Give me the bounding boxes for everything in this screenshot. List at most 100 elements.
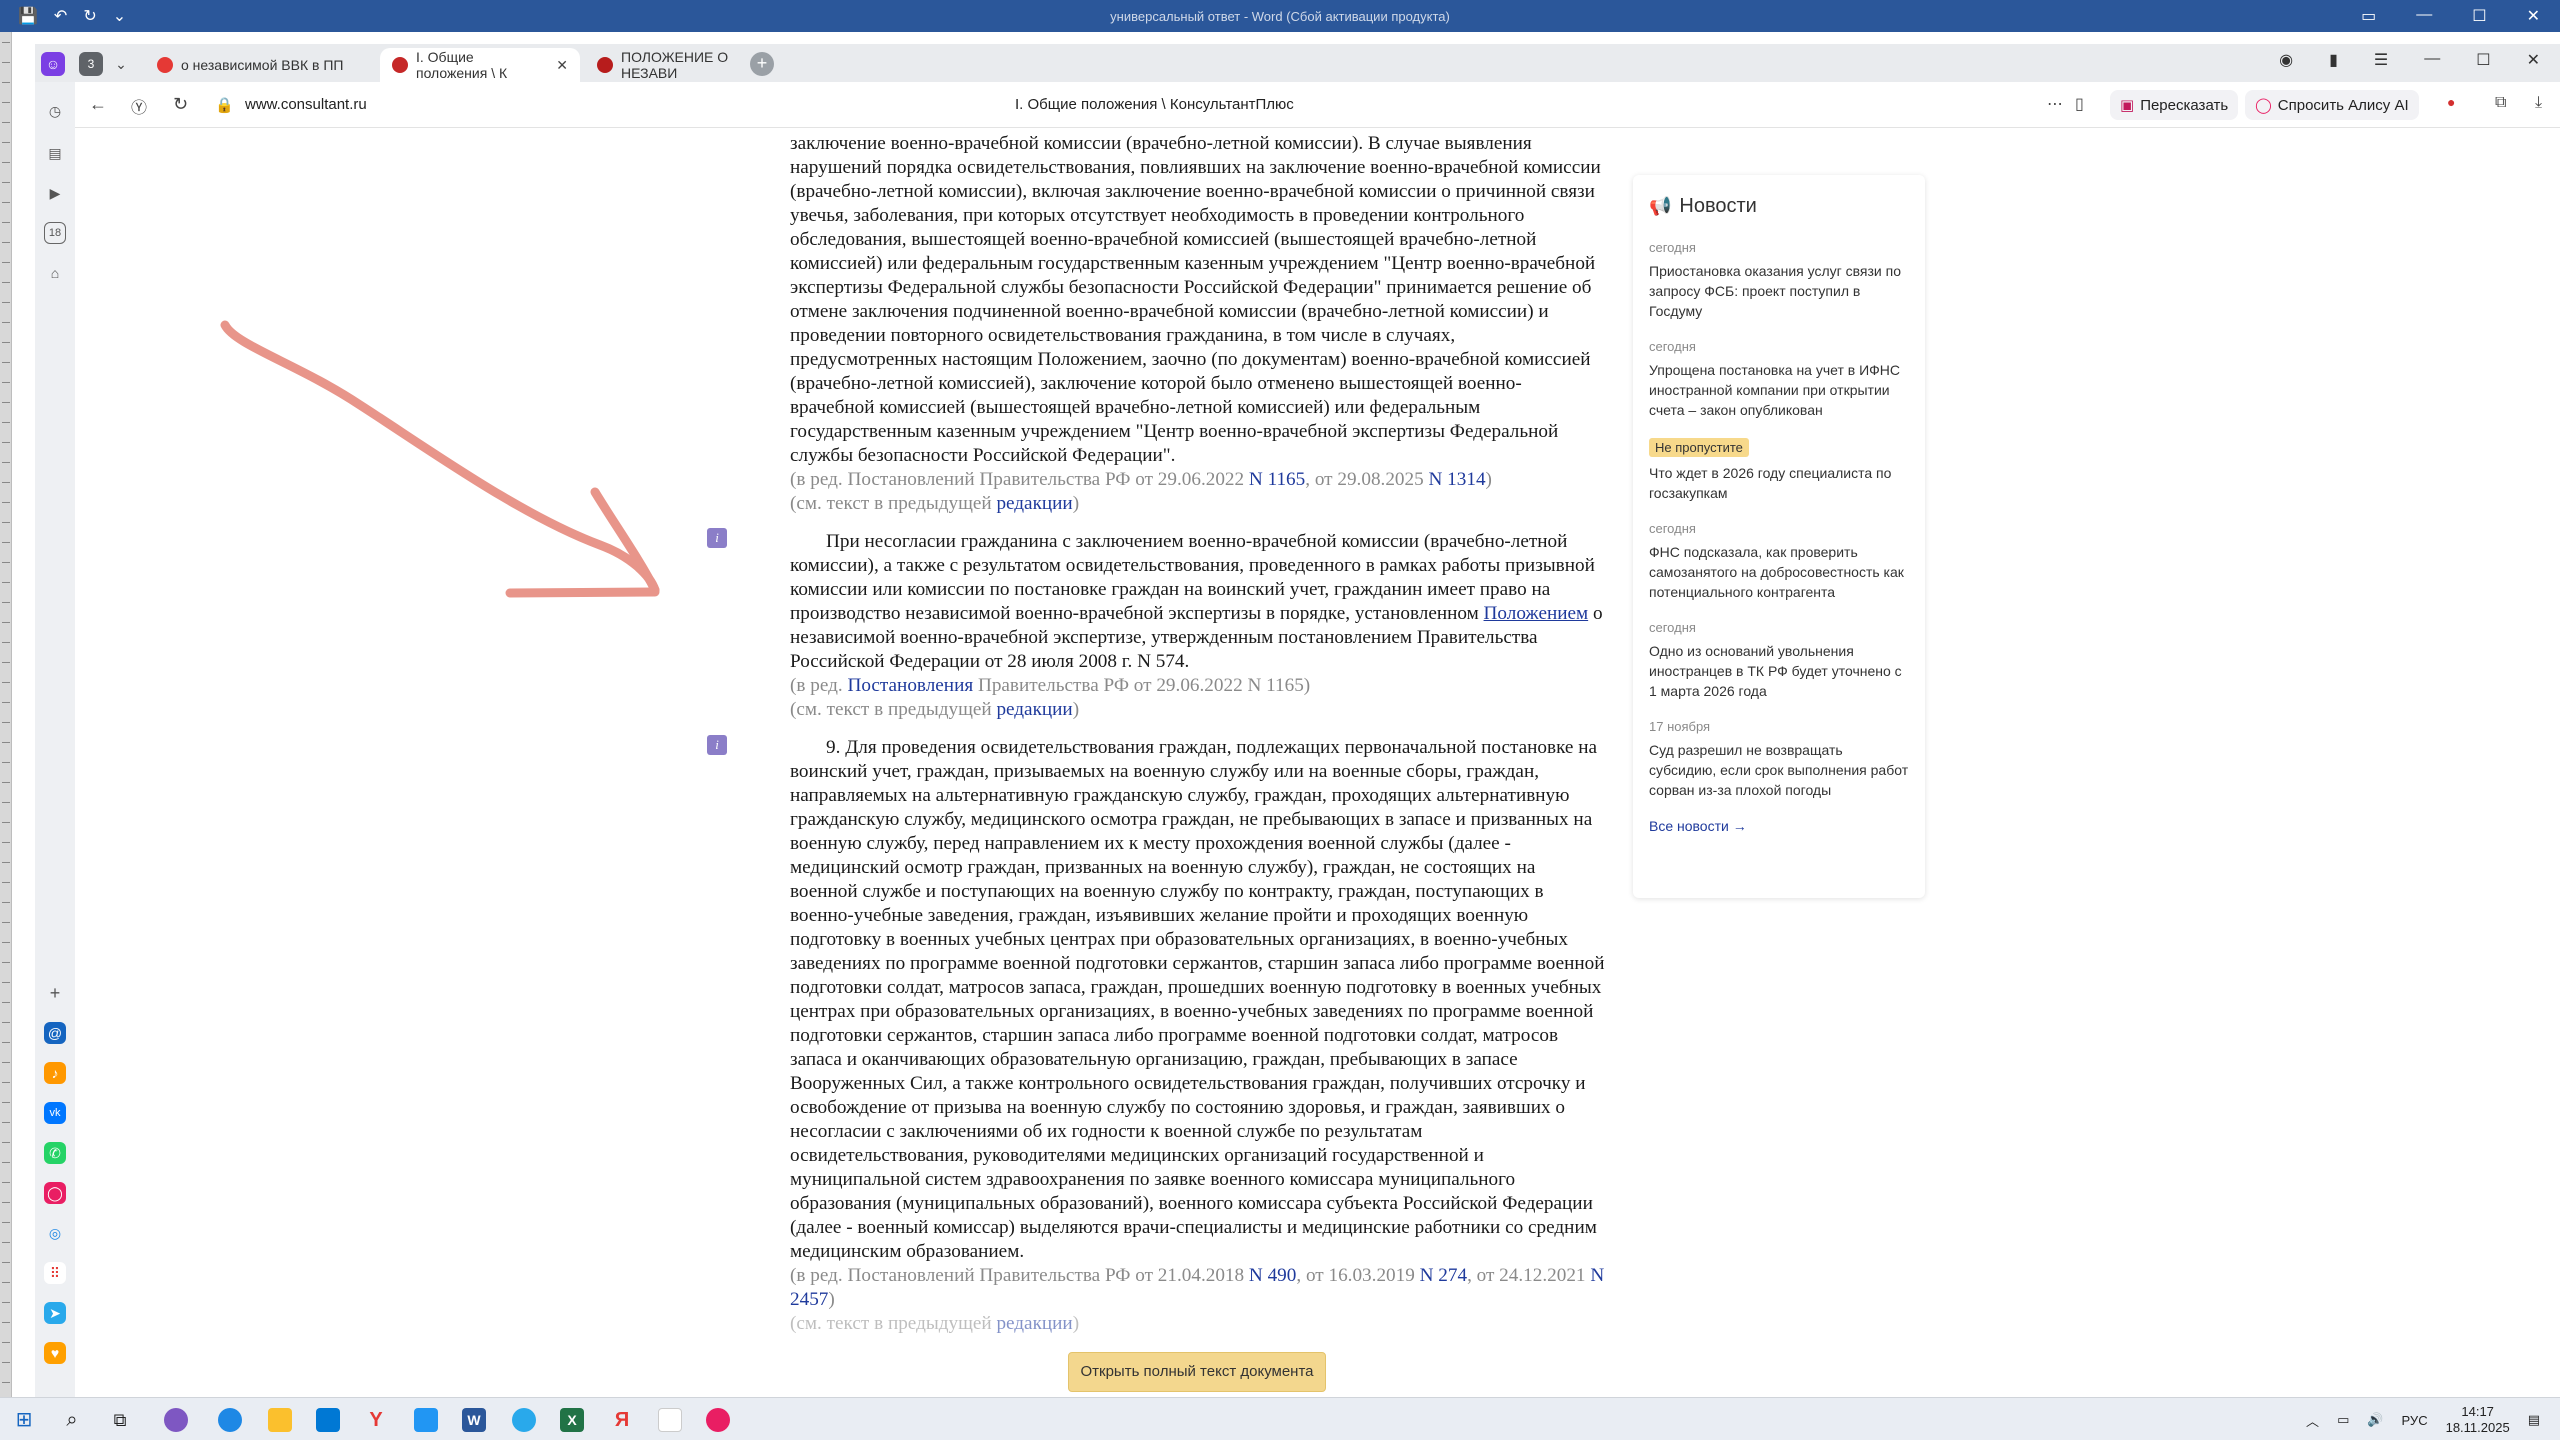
notifications-icon[interactable]: ▤ [2528, 1412, 2540, 1428]
volume-icon[interactable]: 🔊 [2367, 1412, 2383, 1428]
news-item[interactable]: сегодня Упрощена постановка на учет в ИФ… [1649, 339, 1909, 420]
tab-vvk[interactable]: о независимой ВВК в ПП [145, 48, 375, 82]
all-news-link[interactable]: Все новости → [1649, 818, 1909, 834]
news-item[interactable]: сегодня Приостановка оказания услуг связ… [1649, 240, 1909, 321]
edition-note: (в ред. Постановлений Правительства РФ о… [790, 469, 1492, 490]
ruler-tick [2, 1262, 10, 1263]
tab-general-provisions[interactable]: I. Общие положения \ К ✕ [380, 48, 580, 82]
history-icon[interactable]: ◷ [44, 100, 66, 122]
ruler-tick [2, 922, 10, 923]
ruler-tick [2, 1342, 10, 1343]
word-icon[interactable]: W [462, 1408, 486, 1432]
link-n1165[interactable]: N 1165 [1249, 469, 1305, 490]
calendar-icon[interactable]: 18 [44, 222, 66, 244]
yandex-icon[interactable]: Ⓨ [131, 94, 147, 118]
mail-icon[interactable]: @ [44, 1022, 66, 1044]
word-title: универсальный ответ - Word (Сбой активац… [1110, 9, 1450, 24]
extensions-icon[interactable]: ⧉ [2495, 94, 2506, 112]
app-icon[interactable] [414, 1408, 438, 1432]
collections-icon[interactable]: ▤ [44, 142, 66, 164]
market-icon[interactable]: ♥ [44, 1342, 66, 1364]
ruler-tick [2, 62, 10, 63]
language-indicator[interactable]: РУС [2402, 1413, 2428, 1428]
close-icon[interactable]: ✕ [2527, 50, 2540, 70]
yandex-browser-icon[interactable]: Y [364, 1408, 388, 1432]
whatsapp-icon[interactable]: ✆ [44, 1142, 66, 1164]
new-tab-button[interactable]: + [750, 52, 774, 76]
tab-regulation[interactable]: ПОЛОЖЕНИЕ О НЕЗАВИ [585, 48, 745, 82]
video-icon[interactable]: ▶ [44, 182, 66, 204]
url-field[interactable]: www.consultant.ru [245, 96, 367, 113]
link-n1314[interactable]: N 1314 [1429, 469, 1486, 490]
close-icon[interactable]: ✕ [2527, 6, 2540, 26]
network-icon[interactable]: ▭ [2337, 1412, 2349, 1428]
open-full-text-button[interactable]: Открыть полный текст документа [1068, 1352, 1326, 1392]
profile-icon[interactable]: ☺ [41, 52, 65, 76]
link-n490[interactable]: N 490 [1249, 1265, 1296, 1286]
alice-icon[interactable]: ◉ [2279, 50, 2293, 70]
minimize-icon[interactable]: — [2424, 50, 2440, 70]
link-previous-edition[interactable]: редакции [996, 493, 1072, 514]
ruler-tick [2, 1242, 10, 1243]
link-regulation[interactable]: Положением [1484, 603, 1589, 624]
news-item[interactable]: сегодня Одно из оснований увольнения ино… [1649, 620, 1909, 701]
maximize-icon[interactable]: ☐ [2472, 6, 2486, 26]
link-previous-edition[interactable]: редакции [996, 1313, 1072, 1334]
search-icon[interactable]: ⌕ [60, 1408, 84, 1432]
reload-icon[interactable]: ↻ [173, 94, 188, 115]
retell-button[interactable]: ▣ Пересказать [2110, 90, 2239, 120]
clock[interactable]: 14:17 18.11.2025 [2446, 1404, 2510, 1436]
messenger-icon[interactable]: ◎ [44, 1222, 66, 1244]
info-icon[interactable]: i [707, 735, 727, 755]
close-tab-icon[interactable]: ✕ [556, 57, 568, 74]
alice-icon[interactable] [706, 1408, 730, 1432]
add-panel-icon[interactable]: + [44, 982, 66, 1004]
outlook-icon[interactable] [316, 1408, 340, 1432]
bookmarks-icon[interactable]: ▮ [2329, 50, 2338, 70]
info-icon[interactable]: i [707, 528, 727, 548]
chevron-down-icon[interactable]: ⌄ [109, 52, 133, 76]
ruler-tick [2, 1202, 10, 1203]
minimize-icon[interactable]: — [2416, 6, 2432, 26]
ruler-tick [2, 1302, 10, 1303]
alice-icon[interactable]: ◯ [44, 1182, 66, 1204]
word-title-bar: 💾 ↶ ↻ ⌄ универсальный ответ - Word (Сбой… [0, 0, 2560, 32]
explorer-icon[interactable] [268, 1408, 292, 1432]
excel-icon[interactable]: X [560, 1408, 584, 1432]
back-icon[interactable]: ← [89, 94, 107, 115]
music-icon[interactable]: ♪ [44, 1062, 66, 1084]
ruler-tick [2, 202, 10, 203]
news-item[interactable]: 17 ноября Суд разрешил не возвращать суб… [1649, 719, 1909, 800]
bookmark-icon[interactable]: ▯ [2075, 94, 2084, 114]
news-item[interactable]: сегодня ФНС подсказала, как проверить са… [1649, 521, 1909, 602]
ruler-tick [2, 602, 10, 603]
yandex-icon[interactable]: Я [610, 1408, 634, 1432]
telegram-icon[interactable] [512, 1408, 536, 1432]
link-previous-edition[interactable]: редакции [996, 699, 1072, 720]
maximize-icon[interactable]: ☐ [2476, 50, 2490, 70]
adblock-icon[interactable]: ● [2447, 94, 2455, 110]
news-item[interactable]: Не пропустите Что ждет в 2026 году специ… [1649, 438, 1909, 503]
alice-taskbar-icon[interactable] [164, 1408, 188, 1432]
screenshot-icon[interactable]: ⌂ [44, 262, 66, 284]
ribbon-display-icon[interactable]: ▭ [2361, 6, 2376, 26]
edge-icon[interactable] [218, 1408, 242, 1432]
link-resolution[interactable]: Постановления [847, 675, 973, 696]
ruler-tick [2, 82, 10, 83]
ruler-tick [2, 582, 10, 583]
ruler-tick [2, 1042, 10, 1043]
menu-icon[interactable]: ☰ [2374, 50, 2388, 70]
telegram-icon[interactable]: ➤ [44, 1302, 66, 1324]
link-n274[interactable]: N 274 [1420, 1265, 1467, 1286]
services-icon[interactable] [658, 1408, 682, 1432]
task-view-icon[interactable]: ⧉ [108, 1408, 132, 1432]
services-icon[interactable]: ⠿ [44, 1262, 66, 1284]
more-icon[interactable]: ⋯ [2047, 94, 2063, 114]
chevron-up-icon[interactable]: ︿ [2306, 1411, 2319, 1430]
vk-icon[interactable]: vk [44, 1102, 66, 1124]
ruler-tick [2, 722, 10, 723]
start-icon[interactable]: ⊞ [12, 1408, 36, 1432]
downloads-icon[interactable]: ⤓ [2535, 94, 2542, 112]
tab-group-counter[interactable]: 3 [79, 52, 103, 76]
ask-alice-button[interactable]: ◯ Спросить Алису AI [2245, 90, 2419, 120]
